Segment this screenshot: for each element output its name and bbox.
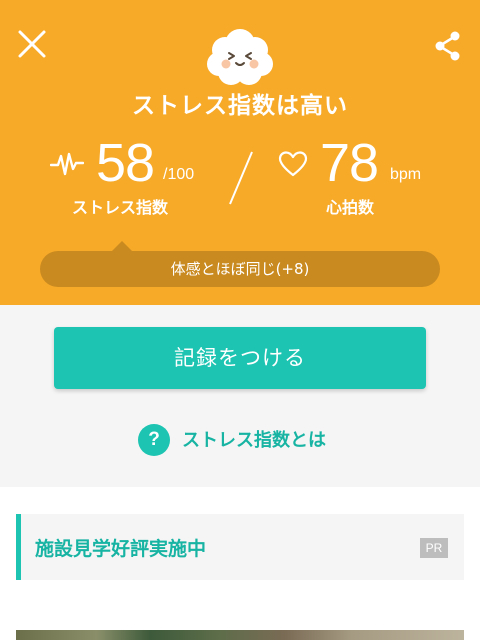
pr-badge: PR xyxy=(420,538,448,558)
record-button[interactable]: 記録をつける xyxy=(54,327,426,389)
stress-index-value: 58 xyxy=(96,133,155,193)
share-button[interactable] xyxy=(432,30,464,62)
close-icon xyxy=(18,30,46,58)
action-area: 記録をつける ? ストレス指数とは xyxy=(0,305,480,487)
heart-outline-icon xyxy=(278,151,308,177)
heart-rate-value: 78 xyxy=(320,133,379,193)
happy-cloud-mascot-icon xyxy=(205,26,275,88)
close-button[interactable] xyxy=(12,24,52,64)
pulse-wave-icon xyxy=(50,152,84,176)
promo-title: 施設見学好評実施中 xyxy=(35,538,207,560)
question-circle-icon: ? xyxy=(138,424,170,456)
heart-rate-label: 心拍数 xyxy=(326,198,375,217)
feeling-comparison-bar: 体感とほぼ同じ(+8) xyxy=(40,251,440,287)
metric-divider xyxy=(229,151,253,205)
promo-card[interactable]: 施設見学好評実施中 PR xyxy=(16,514,464,580)
comparison-pointer xyxy=(112,241,132,251)
stress-status-title: ストレス指数は高い xyxy=(132,93,348,119)
stress-index-max: /100 xyxy=(163,166,195,183)
help-link-label: ストレス指数とは xyxy=(182,430,326,451)
heart-rate-metric: 78 bpm 心拍数 xyxy=(278,133,438,218)
stress-index-metric: 58 /100 ストレス指数 xyxy=(50,133,210,218)
ad-image[interactable] xyxy=(16,630,464,640)
stress-result-header: ストレス指数は高い 58 /100 ストレス指数 78 bpm 心拍数 体感とほ… xyxy=(0,0,480,305)
heart-rate-unit: bpm xyxy=(390,166,422,183)
stress-index-label: ストレス指数 xyxy=(72,198,169,217)
share-icon xyxy=(435,31,460,61)
